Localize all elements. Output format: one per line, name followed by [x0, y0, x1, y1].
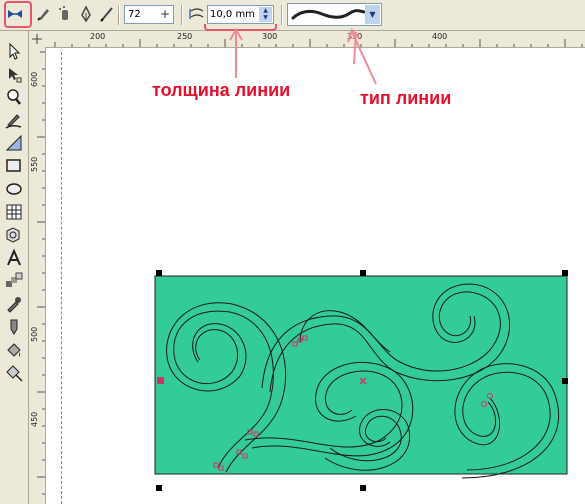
drawing-layer — [154, 28, 568, 491]
line-type-annotation: тип линии — [360, 88, 452, 108]
annotation-arrows — [229, 28, 377, 85]
line-width-annotation: толщина линии — [152, 80, 291, 100]
line-width-arrow — [229, 28, 243, 78]
side-handle — [157, 377, 164, 384]
line-type-arrow — [347, 28, 377, 85]
